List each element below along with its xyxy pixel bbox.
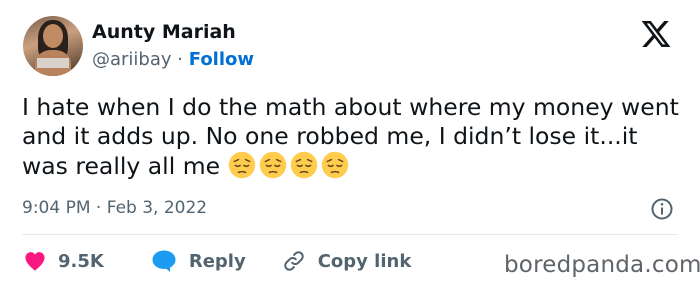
author-display-name[interactable]: Aunty Mariah	[92, 21, 236, 43]
pensive-face-emoji-icon	[228, 151, 255, 179]
avatar[interactable]	[23, 16, 83, 76]
tweet-date[interactable]: Feb 3, 2022	[107, 198, 207, 218]
tweet-timestamp[interactable]: 9:04 PM · Feb 3, 2022	[22, 198, 207, 218]
divider	[22, 234, 678, 235]
reply-label: Reply	[188, 250, 246, 272]
copy-link-label: Copy link	[317, 250, 412, 272]
date-separator: ·	[95, 198, 102, 218]
tweet-time[interactable]: 9:04 PM	[22, 198, 91, 218]
emoji-row	[228, 151, 352, 180]
pensive-face-emoji-icon	[259, 151, 286, 179]
pensive-face-emoji-icon	[290, 151, 317, 179]
author-handle[interactable]: @ariibay	[92, 49, 172, 70]
heart-icon	[25, 252, 45, 271]
watermark: boredpanda.com	[504, 252, 700, 278]
reply-button[interactable]: Reply	[151, 249, 246, 273]
info-icon[interactable]	[650, 197, 674, 221]
like-count: 9.5K	[58, 250, 104, 272]
link-icon	[283, 251, 304, 271]
tweet-text: I hate when I do the math about where my…	[22, 93, 682, 181]
follow-button[interactable]: Follow	[189, 49, 254, 70]
x-logo-icon[interactable]	[640, 18, 672, 50]
pensive-face-emoji-icon	[321, 151, 348, 179]
copy-link-button[interactable]: Copy link	[282, 249, 412, 273]
author-handle-row: @ariibay · Follow	[92, 49, 254, 70]
like-button[interactable]: 9.5K	[24, 251, 104, 272]
handle-separator: ·	[177, 49, 184, 70]
action-bar: 9.5K Reply Copy link	[22, 249, 411, 273]
speech-bubble-icon	[152, 250, 176, 272]
